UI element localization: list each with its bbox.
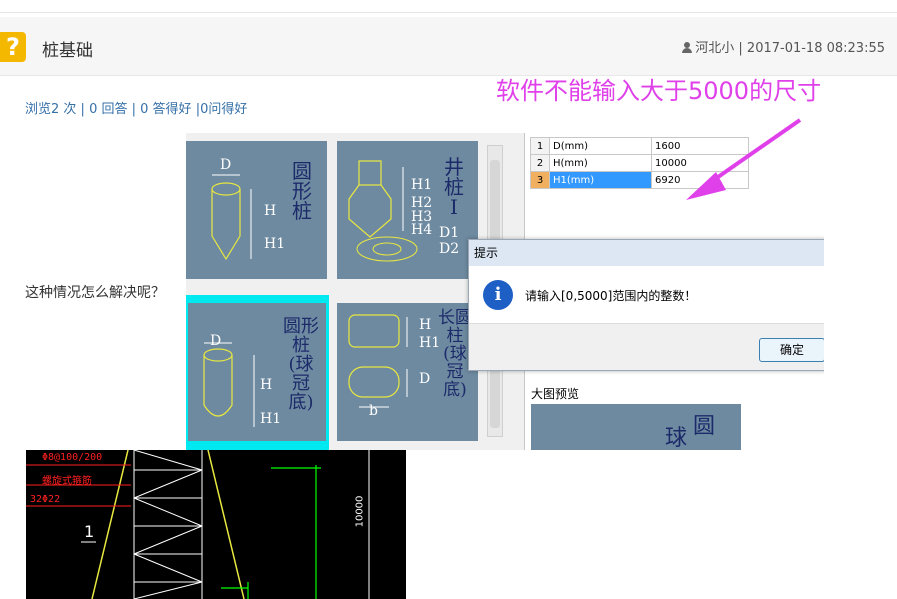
annotation-text: 软件不能输入大于5000的尺寸 (496, 77, 822, 105)
user-icon (682, 42, 693, 53)
answers-count: 0 回答 (89, 102, 128, 117)
dim-d1: D1 (439, 225, 460, 241)
author-link[interactable]: 河北小 (695, 41, 734, 56)
post-meta: 河北小 | 2017-01-18 08:23:55 (682, 37, 885, 56)
dimension-label: 10000 (354, 495, 366, 528)
pile-tile-long-round[interactable]: H H1 D b 长圆柱(球冠底) (337, 303, 478, 441)
software-screenshot: D H H1 圆形桩 H1 H2 H3 H4 D1 D2 井桩I D H H1 … (186, 133, 824, 450)
preview-label: 大图预览 (531, 387, 580, 401)
views-count: 浏览2 次 (25, 102, 77, 117)
meta-separator: | (738, 41, 743, 56)
pile-tile-well[interactable]: H1 H2 H3 H4 D1 D2 井桩I (337, 141, 478, 279)
prompt-dialog: 提示 i 请输入[0,5000]范围内的整数！ 确定 (468, 239, 824, 371)
pile-tile-round-spherical[interactable]: D H H1 圆形桩(球冠底) (188, 303, 326, 441)
rebar-note: 螺旋式箍筋 (42, 476, 92, 487)
dialog-footer: 确定 (469, 323, 824, 370)
dim-h: H (264, 203, 277, 219)
dim-h1: H1 (264, 236, 286, 252)
pile-tile-round[interactable]: D H H1 圆形桩 (186, 141, 327, 279)
dim-d: D (419, 371, 431, 387)
h1-input-cell[interactable]: 6920 (651, 171, 749, 189)
ok-button[interactable]: 确定 (759, 338, 824, 362)
dim-d2: D2 (439, 241, 460, 257)
dim-h1: H1 (260, 411, 282, 427)
table-row[interactable]: 2 H(mm) 10000 (530, 154, 749, 172)
question-text: 这种情况怎么解决呢？ (25, 285, 165, 301)
dim-d: D (210, 333, 222, 349)
dim-b: b (369, 403, 378, 419)
question-icon: ? (0, 32, 26, 62)
info-icon: i (483, 280, 513, 310)
dim-d: D (220, 157, 232, 173)
question-header: ? 桩基础 河北小 | 2017-01-18 08:23:55 (0, 17, 897, 76)
good-answers-count: 0 答得好 (140, 102, 192, 117)
dim-h: H (260, 377, 273, 393)
section-label: 1 (84, 522, 95, 541)
good-questions-count: 0问得好 (200, 102, 248, 117)
dim-h1: H1 (411, 177, 433, 193)
table-row[interactable]: 3 H1(mm) 6920 (530, 171, 749, 189)
tile-label: 圆形桩(球冠底) (283, 316, 319, 413)
top-divider (0, 12, 897, 13)
dialog-message: 请输入[0,5000]范围内的整数！ (525, 289, 697, 303)
rebar-spec-1: Φ8@100/200 (42, 452, 103, 463)
preview-image: 球 圆 (531, 404, 741, 450)
cad-drawing: Φ8@100/200 螺旋式箍筋 32Φ22 1 10000 (26, 450, 406, 599)
dialog-title: 提示 (469, 240, 824, 266)
tile-label: 井桩I (444, 155, 464, 219)
rebar-spec-2: 32Φ22 (30, 494, 61, 505)
dim-h: H (419, 317, 432, 333)
page-title: 桩基础 (42, 41, 93, 61)
dim-h4: H4 (411, 222, 433, 238)
question-stats: 浏览2 次 | 0 回答 | 0 答得好 |0问得好 (25, 102, 248, 117)
post-timestamp: 2017-01-18 08:23:55 (746, 41, 885, 56)
tile-label: 圆形桩 (292, 159, 312, 223)
parameter-grid: 1 D(mm) 1600 2 H(mm) 10000 3 H1(mm) 6920 (530, 137, 749, 189)
table-row[interactable]: 1 D(mm) 1600 (530, 137, 749, 155)
